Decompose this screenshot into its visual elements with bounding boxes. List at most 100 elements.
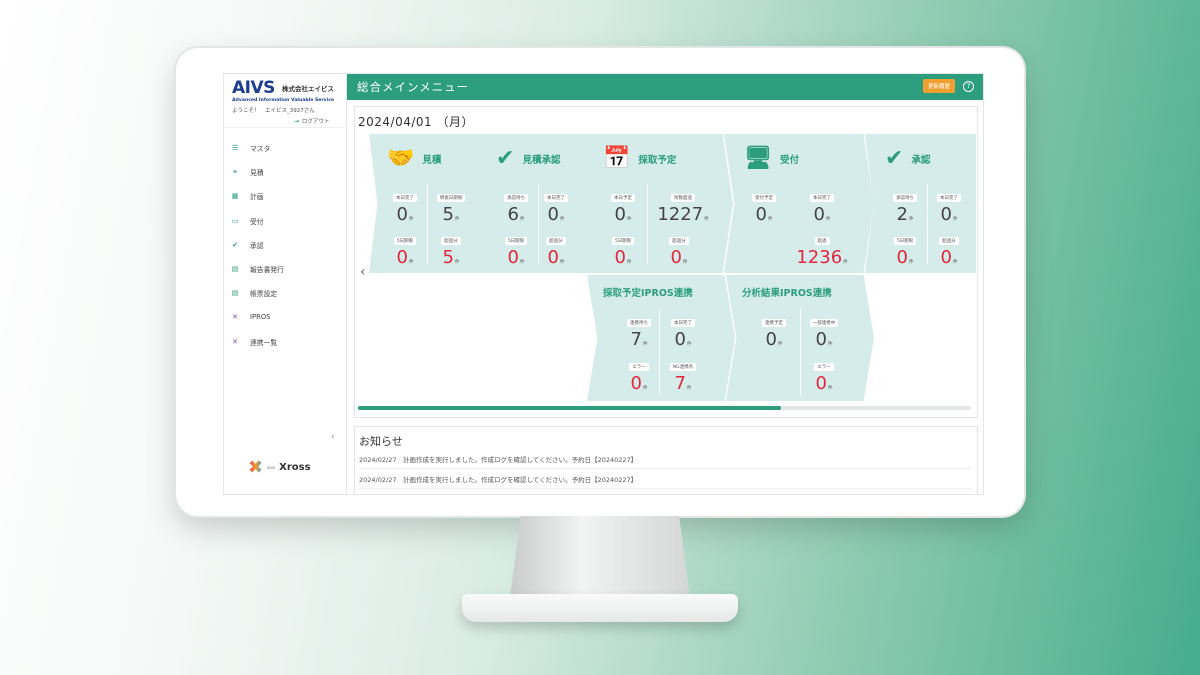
card-title: 分析結果IPROS連携 xyxy=(742,285,832,299)
card-title: 🤝 見積 xyxy=(387,148,441,170)
stat-value: 0 xyxy=(547,204,559,225)
sidebar: AIVS 株式会社エイビス Advanced Information Valua… xyxy=(224,74,347,494)
sidebar-divider xyxy=(224,127,346,128)
help-icon[interactable]: ? xyxy=(963,81,974,92)
stat: 超過分 5件 xyxy=(429,227,473,273)
stat-label: 超過分 xyxy=(441,237,461,245)
sidebar-item-integration-list[interactable]: ✕ 連携一覧 xyxy=(230,330,342,354)
stat-unit: 件 xyxy=(704,217,709,222)
card-title-label: 分析結果IPROS連携 xyxy=(742,288,832,299)
sidebar-item-label: マスタ xyxy=(250,145,271,154)
card-estimate[interactable]: 🤝 見積 本日完了 0件 明後日期限 5件 5日期限 0件 超過分 5件 xyxy=(369,134,489,273)
stat-value: 0 xyxy=(670,247,682,268)
sidebar-item-form-settings[interactable]: ▤ 帳票設定 xyxy=(230,281,342,305)
stat-unit: 件 xyxy=(825,217,831,222)
stat-value: 0 xyxy=(630,373,642,394)
sidebar-item-estimate[interactable]: ⚭ 見積 xyxy=(230,160,342,184)
stat-unit: 件 xyxy=(454,217,460,222)
dashboard-carousel: 🤝 見積 本日完了 0件 明後日期限 5件 5日期限 0件 超過分 5件 ✔ 見… xyxy=(354,134,976,404)
brand-logo: AIVS 株式会社エイビス Advanced Information Valua… xyxy=(232,78,344,104)
stat: 残数超過 1227件 xyxy=(651,184,715,230)
notice-item[interactable]: 2024/02/27 計画作成を実行しました。作成ログを確認してください。予約日… xyxy=(359,454,971,469)
sidebar-item-master[interactable]: ☰ マスタ xyxy=(230,136,342,160)
stat-unit: 件 xyxy=(559,217,565,222)
stat-label: 超過分 xyxy=(546,237,566,245)
stat: 5日期限 0件 xyxy=(383,227,427,273)
xross-icon: ✕ xyxy=(232,337,238,346)
calendar-icon: ▦ xyxy=(231,192,239,201)
stat-label: 残数超過 xyxy=(671,194,695,202)
sidebar-item-label: 受付 xyxy=(250,217,264,226)
card-sampling[interactable]: 📅 採取予定 本日予定 0件 残数超過 1227件 5日期限 0件 超過分 0件 xyxy=(583,134,733,273)
stat: 超過分 0件 xyxy=(927,227,971,273)
stat-unit: 件 xyxy=(642,386,648,391)
stat-value: 6 xyxy=(507,204,519,225)
stat-label: 明後日期限 xyxy=(436,194,466,202)
handshake-icon: 🤝 xyxy=(387,146,415,171)
logout-button[interactable]: ⇥ ログアウト xyxy=(294,117,330,126)
brand-subtitle: Advanced Information Valuable Service xyxy=(232,98,335,103)
stat: エラー 0件 xyxy=(617,353,661,399)
card-estimate-approval[interactable]: ✔ 見積承認 承認待ち 6件 本日完了 0件 5日期限 0件 超過分 0件 xyxy=(476,134,596,273)
stat-label: 承認待ち xyxy=(893,194,917,202)
sidebar-item-approval[interactable]: ✔ 承認 xyxy=(230,233,342,257)
update-history-button[interactable]: 更新履歴 xyxy=(922,79,955,93)
sidebar-item-ipros[interactable]: ✕ IPROS xyxy=(230,305,342,329)
stat-unit: 件 xyxy=(908,217,914,222)
carousel-prev-button[interactable]: ‹ xyxy=(360,264,366,280)
stat-unit: 件 xyxy=(682,260,688,265)
stat-unit: 件 xyxy=(519,217,525,222)
stat-value: 1227 xyxy=(657,204,704,225)
collapse-sidebar-button[interactable]: ‹ xyxy=(331,432,335,442)
stat-value: 0 xyxy=(765,329,777,350)
card-title-label: 採取予定 xyxy=(638,155,677,166)
page-title: 総合メインメニュー xyxy=(357,80,470,94)
stat: 承認待ち 6件 xyxy=(494,184,538,230)
card-title-label: 見積承認 xyxy=(522,155,561,166)
handshake-icon: ⚭ xyxy=(232,168,238,177)
notice-item[interactable]: 2024/02/27 計画作成を実行しました。作成ログを確認してください。予約日… xyxy=(359,474,971,489)
list-icon: ☰ xyxy=(231,144,239,153)
sidebar-item-reception[interactable]: ▭ 受付 xyxy=(230,209,342,233)
sidebar-nav: ☰ マスタ ⚭ 見積 ▦ 計画 ▭ 受付 ✔ 承認 ▤ 報告書発行 ▤ 帳票設定… xyxy=(230,136,342,354)
stat-label: 連携予定 xyxy=(762,319,786,327)
card-sampling-ipros[interactable]: 採取予定IPROS連携 連携待ち 7件 本日完了 0件 エラー 0件 NG連携有… xyxy=(587,275,735,401)
document-icon: ▤ xyxy=(231,265,239,274)
stat-value: 0 xyxy=(547,247,559,268)
card-title: 🖥 受付 xyxy=(744,148,799,170)
xross-logo: ✖ aivs Xross xyxy=(248,457,311,478)
stat: 本日完了 0件 xyxy=(661,309,705,355)
card-divider xyxy=(647,184,648,264)
stat: 本日完了 0件 xyxy=(927,184,971,230)
stat-value: 0 xyxy=(815,373,827,394)
stat-label: 本日完了 xyxy=(937,194,961,202)
stat-value: 7 xyxy=(630,329,642,350)
sidebar-item-report[interactable]: ▤ 報告書発行 xyxy=(230,257,342,281)
card-analysis-ipros[interactable]: 分析結果IPROS連携 連携予定 0件 一部連携中 0件 エラー 0件 xyxy=(726,275,874,401)
check-icon: ✔ xyxy=(232,240,238,249)
card-title-label: 承認 xyxy=(911,155,931,166)
carousel-scrollbar-thumb[interactable] xyxy=(358,406,781,410)
stat-unit: 件 xyxy=(952,217,958,222)
card-reception[interactable]: 🖥 受付 受付予定 0件 本日完了 0件 超過 1236件 xyxy=(724,134,874,273)
stat-label: 5日期限 xyxy=(893,237,917,245)
stat-unit: 件 xyxy=(777,342,783,347)
sidebar-item-plan[interactable]: ▦ 計画 xyxy=(230,184,342,208)
carousel-scrollbar[interactable] xyxy=(358,406,971,410)
stat-label: 承認待ち xyxy=(504,194,528,202)
stat-value: 0 xyxy=(507,247,519,268)
card-approval[interactable]: ✔ 承認 承認待ち 2件 本日完了 0件 5日期限 0件 超過分 0件 xyxy=(865,134,976,273)
stat-unit: 件 xyxy=(767,217,773,222)
stat-unit: 件 xyxy=(454,260,460,265)
stat-label: エラー xyxy=(814,363,834,371)
stat-label: 一部連携中 xyxy=(809,319,839,327)
stat: 連携待ち 7件 xyxy=(617,309,661,355)
stat: 明後日期限 5件 xyxy=(429,184,473,230)
card-divider xyxy=(427,184,428,264)
notice-title: お知らせ xyxy=(359,435,403,448)
stat: 受付予定 0件 xyxy=(742,184,786,230)
logout-icon: ⇥ xyxy=(294,117,300,125)
stat-unit: 件 xyxy=(626,260,632,265)
monitor-icon: 🖥 xyxy=(744,146,772,171)
xross-icon: ✖ xyxy=(248,457,264,478)
